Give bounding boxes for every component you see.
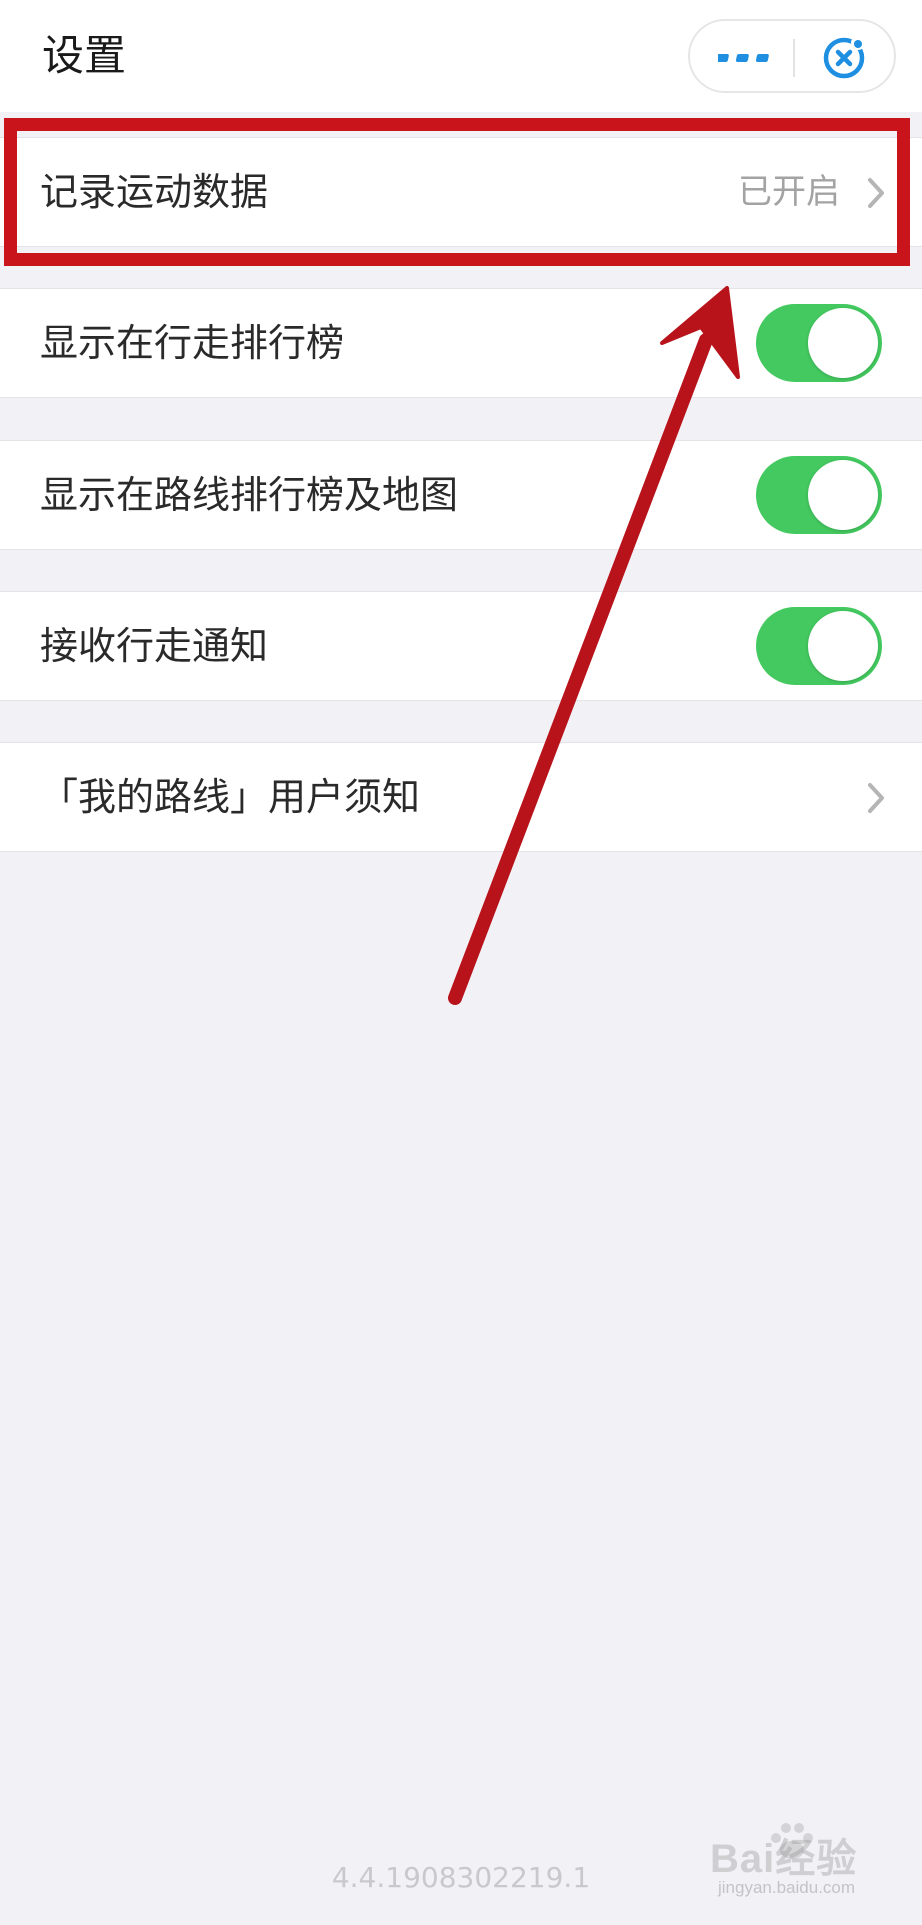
row-label: 显示在行走排行榜 [40,321,345,365]
my-route-user-notice-row[interactable]: 「我的路线」用户须知 [0,742,922,852]
row-label: 「我的路线」用户须知 [40,775,421,819]
baidu-jingyan-watermark: Bai经验 jingyan.baidu.com [700,1818,900,1913]
walking-ranking-toggle[interactable] [756,304,882,382]
row-label: 记录运动数据 [40,170,269,214]
close-circle-icon[interactable] [820,34,868,82]
navigation-bar: 设置 [0,0,922,112]
more-dots-icon[interactable] [718,41,772,75]
record-sports-data-row[interactable]: 记录运动数据 已开启 [0,137,922,247]
walking-notifications-toggle[interactable] [756,607,882,685]
toggle-knob [808,611,878,681]
chevron-right-icon [868,178,884,208]
route-ranking-map-toggle[interactable] [756,456,882,534]
page-title: 设置 [42,31,127,80]
watermark-brand: Bai经验 [710,1837,858,1881]
chevron-right-icon [868,783,884,813]
row-label: 接收行走通知 [40,624,269,668]
row-label: 显示在路线排行榜及地图 [40,473,459,517]
show-in-route-ranking-map-row: 显示在路线排行榜及地图 [0,440,922,550]
watermark-url: jingyan.baidu.com [718,1878,856,1897]
mini-program-capsule [688,19,896,93]
row-status-value: 已开启 [738,172,840,212]
show-in-walking-ranking-row: 显示在行走排行榜 [0,288,922,398]
walking-notifications-row: 接收行走通知 [0,591,922,701]
capsule-divider [793,39,795,77]
toggle-knob [808,308,878,378]
toggle-knob [808,460,878,530]
